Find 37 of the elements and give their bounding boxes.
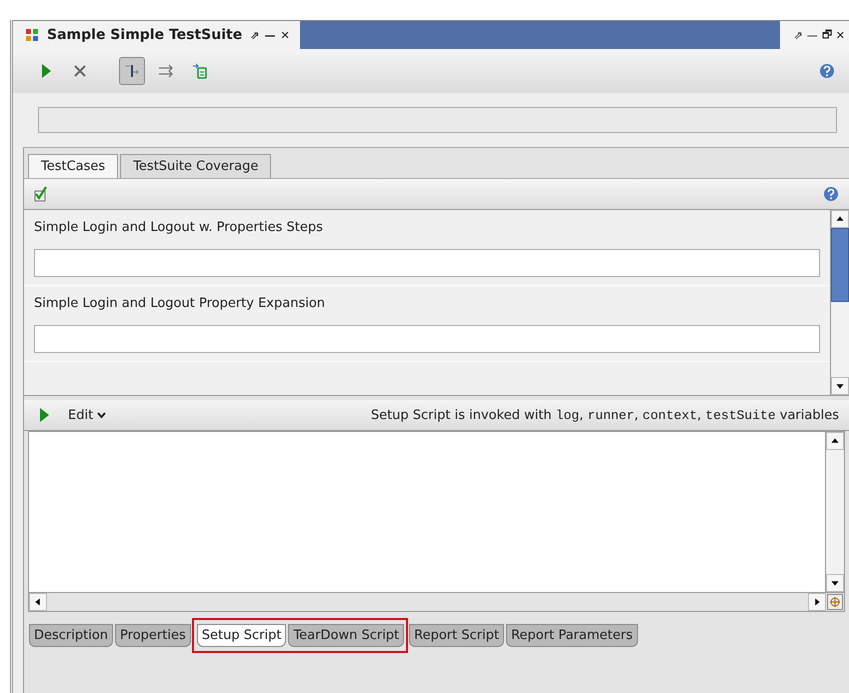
tab[interactable]: Description (29, 624, 114, 647)
run-button[interactable] (38, 407, 50, 423)
edit-menu[interactable]: Edit (68, 408, 94, 422)
window-control-button[interactable]: ✕ (836, 28, 845, 42)
tab[interactable]: Setup Script (196, 624, 286, 647)
add-document-icon (192, 63, 208, 79)
tab[interactable]: TestSuite Coverage (120, 154, 272, 178)
window-title: Sample Simple TestSuite (47, 27, 242, 43)
window-control-button[interactable]: — (806, 28, 818, 42)
corner-icon[interactable] (827, 594, 843, 610)
play-icon (40, 63, 52, 79)
parallel-arrows-icon (158, 64, 174, 78)
vertical-scrollbar[interactable] (825, 432, 844, 592)
tab[interactable]: Properties (115, 624, 191, 647)
testcase-name[interactable]: Simple Login and Logout Property Expansion (34, 296, 820, 311)
help-icon[interactable] (819, 63, 835, 79)
chevron-down-icon[interactable] (97, 412, 106, 418)
grid-icon (25, 28, 39, 42)
tab[interactable]: TearDown Script (288, 624, 404, 647)
window-control-button[interactable]: ⇗ (794, 28, 803, 42)
checkbox-tick-icon[interactable] (34, 186, 48, 202)
vertical-scrollbar[interactable] (830, 210, 849, 395)
horizontal-scrollbar[interactable] (29, 593, 826, 611)
tab[interactable]: TestCases (28, 154, 118, 178)
help-icon[interactable] (823, 186, 839, 202)
tab-control-button[interactable]: — (264, 28, 276, 42)
cross-icon (73, 64, 87, 78)
tab-control-button[interactable]: ✕ (280, 28, 290, 42)
tab[interactable]: Report Parameters (506, 624, 638, 647)
script-info-text: Setup Script is invoked with log, runner, context, testSuite variables (370, 408, 839, 422)
tab-control-button[interactable]: ⇗ (250, 28, 260, 42)
tab[interactable]: Report Script (409, 624, 504, 647)
window-tab[interactable]: Sample Simple TestSuite ⇗ — ✕ (13, 21, 300, 49)
sequential-button[interactable] (119, 57, 145, 85)
sequence-icon (124, 63, 140, 79)
window-control-button[interactable]: 🗗 (822, 26, 832, 44)
testcase-name[interactable]: Simple Login and Logout w. Properties Steps (34, 220, 820, 235)
